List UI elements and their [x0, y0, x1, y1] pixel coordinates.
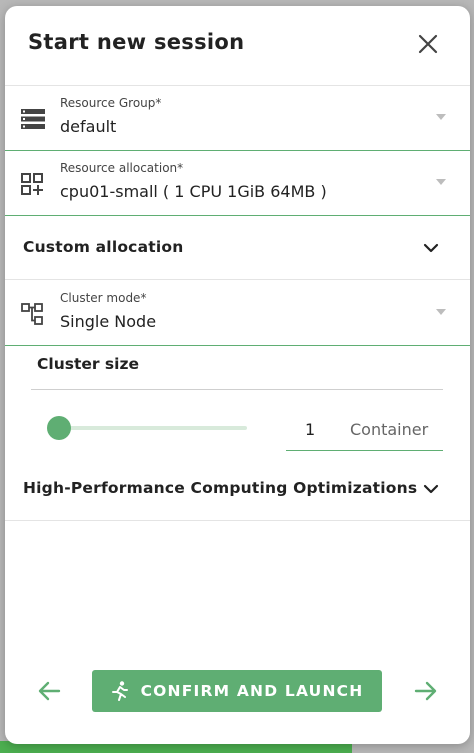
cluster-size-slider-thumb[interactable] — [47, 416, 71, 440]
chevron-down-icon — [422, 239, 440, 257]
hierarchy-icon — [20, 302, 46, 326]
divider — [31, 389, 443, 390]
grid-plus-icon — [20, 172, 46, 196]
confirm-button-label: CONFIRM AND LAUNCH — [140, 682, 364, 700]
confirm-and-launch-button[interactable]: CONFIRM AND LAUNCH — [92, 670, 382, 712]
arrow-right-icon[interactable] — [412, 678, 438, 704]
cluster-mode-label: Cluster mode* — [60, 291, 147, 305]
list-icon — [20, 107, 46, 131]
resource-allocation-select[interactable]: Resource allocation* cpu01-small ( 1 CPU… — [5, 151, 470, 216]
resource-allocation-label: Resource allocation* — [60, 161, 184, 175]
cluster-size-value: 1 — [305, 420, 316, 439]
cluster-mode-value: Single Node — [60, 312, 157, 331]
arrow-left-icon[interactable] — [37, 678, 63, 704]
dialog-footer: CONFIRM AND LAUNCH — [5, 656, 470, 744]
chevron-down-icon — [436, 309, 446, 315]
dialog-title: Start new session — [28, 30, 245, 54]
cluster-size-label: Cluster size — [37, 355, 139, 373]
resource-group-value: default — [60, 117, 117, 136]
close-icon[interactable] — [416, 32, 440, 56]
start-session-dialog: Start new session Resource Group* defaul… — [5, 6, 470, 744]
custom-allocation-toggle[interactable]: Custom allocation — [5, 216, 470, 280]
hpc-optimizations-toggle[interactable]: High-Performance Computing Optimizations — [5, 457, 470, 521]
chevron-down-icon — [436, 179, 446, 185]
cluster-size-input[interactable]: 1 Container — [286, 411, 443, 451]
hpc-optimizations-title: High-Performance Computing Optimizations — [23, 479, 418, 497]
dialog-header: Start new session — [5, 6, 470, 86]
cluster-size-slider-track[interactable] — [59, 426, 247, 430]
chevron-down-icon — [436, 114, 446, 120]
resource-group-label: Resource Group* — [60, 96, 162, 110]
custom-allocation-title: Custom allocation — [23, 238, 184, 256]
chevron-down-icon — [422, 480, 440, 498]
cluster-size-unit: Container — [350, 420, 429, 439]
running-person-icon — [111, 681, 129, 701]
resource-allocation-value: cpu01-small ( 1 CPU 1GiB 64MB ) — [60, 182, 327, 201]
resource-group-select[interactable]: Resource Group* default — [5, 86, 470, 151]
cluster-mode-select[interactable]: Cluster mode* Single Node — [5, 281, 470, 346]
